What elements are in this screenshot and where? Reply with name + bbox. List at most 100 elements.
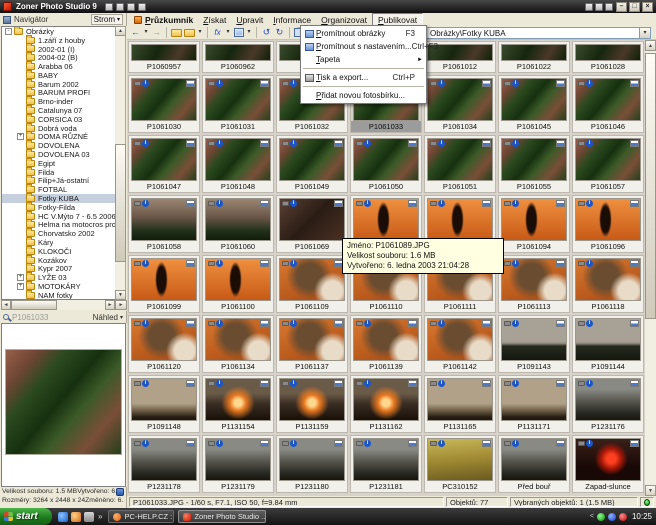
thumbnail-cell[interactable]: iP1061094 [498,195,570,253]
preview-image[interactable] [5,349,122,455]
info-icon[interactable]: i [512,380,519,387]
tree-item-filip-j-ostatn[interactable]: Filip+Já-ostatní [2,177,115,186]
info-icon[interactable]: i [290,380,297,387]
info-icon[interactable]: i [586,80,593,87]
tree-item-helma-na-motocros-pro[interactable]: Helma na motocros pro [2,221,115,230]
info-icon[interactable]: i [216,440,223,447]
tree-item-2002-01-i[interactable]: 2002-01 (I) [2,45,115,54]
thumbnail-cell[interactable]: iP1231179 [202,435,274,493]
restore-button[interactable]: □ [629,2,640,12]
thumbnail-cell[interactable]: iP1131165 [424,375,496,433]
tree-item-kloko-i[interactable]: KLOKOČI [2,247,115,256]
tree-item-corsica-03[interactable]: CORSICA 03 [2,115,115,124]
tree-item-arabba-06[interactable]: Arabba 06 [2,62,115,71]
info-icon[interactable]: i [216,320,223,327]
thumbnail-cell[interactable]: iP1231181 [350,435,422,493]
info-badge-icon[interactable] [116,488,124,496]
tree-item-dovolena[interactable]: DOVOLENA [2,141,115,150]
tree-item-obr-zky[interactable]: -Obrázky [2,27,115,36]
thumbnail-cell[interactable]: P1060957 [128,41,200,73]
info-icon[interactable]: i [142,200,149,207]
thumbnail-cell[interactable]: iP1061031 [202,75,274,133]
tree-item-catalunya-07[interactable]: Catalunya 07 [2,106,115,115]
info-icon[interactable]: i [586,140,593,147]
info-icon[interactable]: i [142,380,149,387]
info-icon[interactable]: i [142,260,149,267]
info-icon[interactable]: i [512,320,519,327]
thumbnail-cell[interactable]: iP1061048 [202,135,274,193]
web-icon[interactable] [605,3,613,11]
list-icon[interactable] [105,3,113,11]
menu-item-p-idat-novou-fotosb-rku[interactable]: Přidat novou fotosbírku... [302,89,425,102]
info-icon[interactable]: i [216,140,223,147]
panel-expand-button[interactable]: ► [115,300,127,310]
forward-button[interactable]: → [151,27,162,38]
thumbnail-cell[interactable]: iP1061034 [424,75,496,133]
info-icon[interactable]: i [290,140,297,147]
tray-blue-icon[interactable] [608,513,616,521]
tree-item-1-z-z-houby[interactable]: 1.září z houby [2,36,115,45]
tree-item-motok-ry[interactable]: +MOTOKÁRY [2,282,115,291]
quicklaunch-desktop-icon[interactable] [84,512,94,522]
info-icon[interactable]: i [438,380,445,387]
view-mode-button[interactable] [233,27,244,38]
info-icon[interactable]: i [216,80,223,87]
info-icon[interactable]: i [290,200,297,207]
tree-item-doma-r-zn[interactable]: +DOMA RŮZNÉ [2,133,115,142]
tree-item-dovolena-03[interactable]: DOVOLENA 03 [2,150,115,159]
tree-item-koz-kov[interactable]: Kozákov [2,256,115,265]
menu-item-upravit[interactable]: Upravit [231,13,268,26]
scroll-down-icon[interactable]: ▼ [645,485,656,496]
tree-horizontal-scrollbar[interactable]: ◄ ► [1,300,115,310]
filter-button[interactable]: fx [212,27,223,38]
thumbnail-cell[interactable]: iP1061030 [128,75,200,133]
thumbnail-cell[interactable]: P1061022 [498,41,570,73]
thumbnail-cell[interactable]: P1060962 [202,41,274,73]
tree-item-filda[interactable]: Filda [2,168,115,177]
scroll-up-icon[interactable]: ▲ [645,40,656,51]
info-icon[interactable]: i [142,320,149,327]
start-button[interactable]: start [0,508,52,525]
info-icon[interactable]: i [586,440,593,447]
thumbnail-cell[interactable]: iP1061047 [128,135,200,193]
address-bar[interactable]: Obrázky\Fotky KUBA ▾ [426,27,651,39]
thumbnail-cell[interactable]: iP1131159 [276,375,348,433]
tree-item-fotky-kuba[interactable]: Fotky KUBA [2,194,115,203]
tree-item-barum-2002[interactable]: Barum 2002 [2,80,115,89]
folder-browse-button[interactable] [184,27,195,38]
info-icon[interactable]: i [216,200,223,207]
tree-item-barum-profi[interactable]: BARUM PROFI [2,89,115,98]
thumbnail-cell[interactable]: iP1061134 [202,315,274,373]
menu-item-tisk-a-export[interactable]: Tisk a export...Ctrl+P [302,71,425,84]
preview-mode-dropdown[interactable]: Náhled ▾ [93,313,123,322]
thumbnail-cell[interactable]: iP1131171 [498,375,570,433]
thumbnail-cell[interactable]: iP1231180 [276,435,348,493]
scrollbar-thumb[interactable] [645,53,656,319]
thumbnail-cell[interactable]: iP1091148 [128,375,200,433]
taskbar-button-zoner-photo-studio[interactable]: Zoner Photo Studio ... [178,510,266,523]
tree-item-2004-02-b[interactable]: 2004-02 (B) [2,53,115,62]
menu-item-tapeta[interactable]: Tapeta► [302,53,425,66]
thumbnail-cell[interactable]: iP1061099 [128,255,200,313]
quicklaunch-mail-icon[interactable] [71,512,81,522]
tree-item-chorvatsko-2002[interactable]: Chorvatsko 2002 [2,229,115,238]
update-icon[interactable] [595,3,603,11]
thumbnail-cell[interactable]: iP1061100 [202,255,274,313]
thumbnail-cell[interactable]: iP1061069 [276,195,348,253]
thumbnail-cell[interactable]: iP1061142 [424,315,496,373]
info-icon[interactable]: i [364,440,371,447]
info-icon[interactable]: i [586,200,593,207]
grid-vertical-scrollbar[interactable]: ▲ ▼ [645,40,656,496]
scroll-up-icon[interactable]: ▲ [115,26,126,36]
thumbnail-cell[interactable]: iP1061113 [498,255,570,313]
thumbnail-cell[interactable]: iZapad-slunce [572,435,644,493]
viewer-icon[interactable] [138,3,146,11]
help-icon[interactable] [585,3,593,11]
address-dropdown-button[interactable]: ▾ [639,28,650,38]
tree-item-hc-v-m-to-7-6-5-2006[interactable]: HC V.Mýto 7 - 6.5 2006 [2,212,115,221]
info-icon[interactable]: i [586,260,593,267]
info-icon[interactable]: i [364,380,371,387]
rotate-left-button[interactable]: ↺ [261,27,272,38]
thumbnail-cell[interactable]: iP1061118 [572,255,644,313]
scrollbar-thumb[interactable] [11,300,57,310]
